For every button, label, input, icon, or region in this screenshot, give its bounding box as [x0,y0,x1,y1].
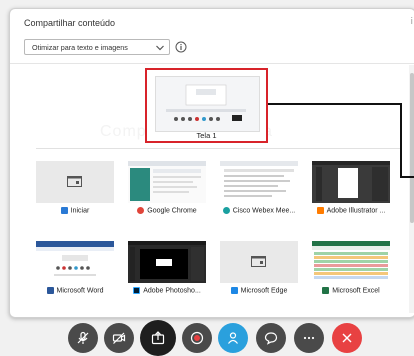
photoshop-icon [133,287,141,294]
app-tile-google-chrome[interactable]: Google Chrome [128,161,206,227]
app-tile-microsoft-excel[interactable]: Microsoft Excel [312,241,390,307]
webex-icon [222,207,230,214]
more-icon [303,336,315,340]
app-label-text: Cisco Webex Mee... [232,207,296,215]
divider [10,63,414,64]
participants-icon [228,332,238,344]
chat-button[interactable] [256,323,286,353]
app-label-text: Microsoft Word [56,287,104,295]
app-label: Cisco Webex Mee... [220,207,298,214]
record-icon [190,331,204,345]
optimize-select[interactable]: Otimizar para texto e imagens [24,39,170,55]
close-icon[interactable]: ⅰ [410,16,413,27]
illustrator-icon [316,207,324,214]
record-button[interactable] [182,323,212,353]
optimize-select-value: Otimizar para texto e imagens [32,43,128,52]
word-icon [46,287,54,294]
app-tile-adobe-illustrator[interactable]: Adobe Illustrator ... [312,161,390,227]
info-icon[interactable] [175,41,187,53]
annotation-line [268,103,402,105]
app-tile-microsoft-edge[interactable]: Microsoft Edge [220,241,298,307]
meeting-toolbar [0,318,414,356]
window-icon [251,256,266,267]
app-thumbnail [312,161,390,203]
app-label: Adobe Photosho... [128,287,206,294]
screen-tile-1[interactable]: Tela 1 [145,68,268,143]
app-tile-adobe-photoshop[interactable]: Adobe Photosho... [128,241,206,307]
windows-icon [60,207,68,214]
leave-button[interactable] [332,323,362,353]
chevron-down-icon [156,45,164,51]
app-label-text: Microsoft Excel [332,287,380,295]
screen-label: Tela 1 [196,131,217,140]
app-label: Microsoft Edge [220,287,298,294]
dialog-title: Compartilhar conteúdo [24,18,116,28]
excel-icon [322,287,330,294]
app-label: Iniciar [36,207,114,214]
chat-icon [264,332,278,345]
participants-button[interactable] [218,323,248,353]
camera-off-icon [112,332,126,344]
app-thumbnail [128,241,206,283]
scrollbar-thumb[interactable] [410,73,414,223]
share-content-dialog: Compartilhar conteúdo ⅰ Otimizar para te… [9,8,414,318]
app-label: Google Chrome [128,207,206,214]
app-label-text: Iniciar [70,207,90,215]
app-thumbnail [312,241,390,283]
app-thumbnail [220,161,298,203]
chrome-icon [137,207,145,214]
more-button[interactable] [294,323,324,353]
annotation-line [400,176,414,178]
app-thumbnail [36,161,114,203]
app-label-text: Google Chrome [147,207,197,215]
app-thumbnail [128,161,206,203]
mute-button[interactable] [68,323,98,353]
app-label: Microsoft Excel [312,287,390,294]
app-tile-iniciar[interactable]: Iniciar [36,161,114,227]
edge-icon [230,287,238,294]
annotation-line [400,103,402,178]
app-thumbnail [220,241,298,283]
app-label-text: Adobe Photosho... [143,287,201,295]
app-label-text: Adobe Illustrator ... [326,207,386,215]
app-label-text: Microsoft Edge [240,287,288,295]
window-icon [67,176,82,187]
video-button[interactable] [104,323,134,353]
section-divider [36,148,402,149]
close-icon [342,333,352,343]
app-label: Adobe Illustrator ... [312,207,390,214]
app-tile-cisco-webex[interactable]: Cisco Webex Mee... [220,161,298,227]
microphone-off-icon [77,331,89,344]
app-thumbnail [36,241,114,283]
screen-thumbnail [155,76,260,132]
share-icon [151,331,165,345]
app-tile-microsoft-word[interactable]: Microsoft Word [36,241,114,307]
app-label: Microsoft Word [36,287,114,294]
